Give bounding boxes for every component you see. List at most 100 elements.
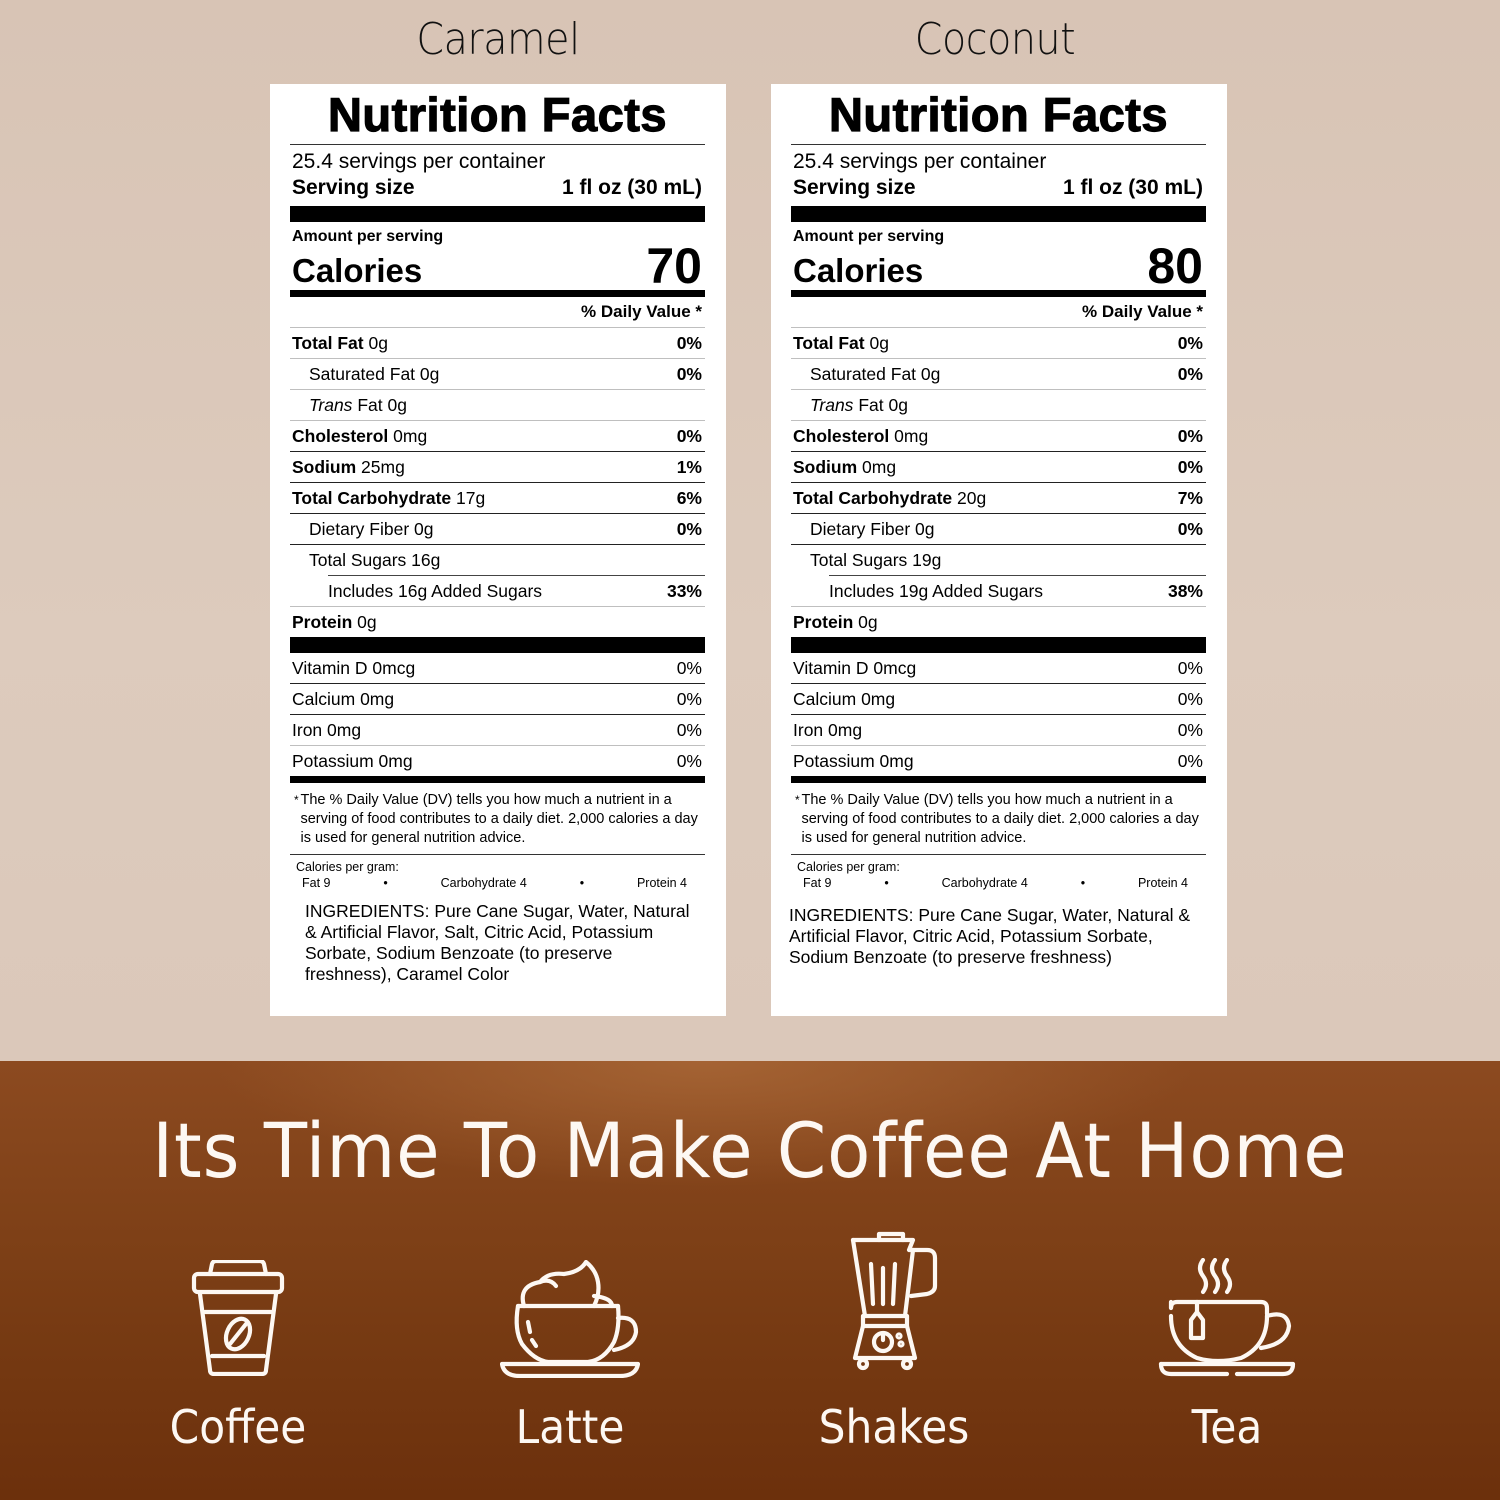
medium-divider [791, 776, 1206, 783]
nutrition-label-body: Nutrition Facts 25.4 servings per contai… [290, 84, 705, 985]
nutrient-amount: Fat 0g [858, 394, 908, 415]
nutrient-name: Includes 19g Added Sugars [829, 580, 1044, 601]
serving-size-value: 1 fl oz (30 mL) [561, 176, 702, 199]
vitamin-row-calcium: Calcium 0mg 0% [290, 684, 705, 714]
nutrient-amount: Fat 0g [357, 394, 407, 415]
nutrient-dv: 0% [676, 363, 702, 384]
daily-value-header: % Daily Value * [581, 302, 702, 321]
ingredients-label: INGREDIENTS: [305, 901, 430, 921]
nutrient-dv: 1% [676, 456, 702, 477]
nutrient-name: Trans [309, 394, 353, 415]
vitamin-dv: 0% [1177, 657, 1203, 678]
nutrient-name: Total Carbohydrate [292, 487, 452, 508]
vitamin-text: Vitamin D 0mcg [292, 657, 416, 678]
nutrient-dv: 0% [1177, 332, 1203, 353]
vitamin-dv: 0% [1177, 688, 1203, 709]
nutrient-row-total-fat: Total Fat 0g 0% [290, 328, 705, 358]
nutrient-dv: 0% [1177, 518, 1203, 539]
nutrient-dv: 38% [1167, 580, 1203, 601]
nutrient-dv: 6% [676, 487, 702, 508]
cpg-bullet: • [884, 876, 889, 890]
nutrition-label-caramel: Nutrition Facts 25.4 servings per contai… [270, 84, 726, 1016]
calories-row: Calories 80 [791, 241, 1206, 291]
nutrient-dv: 33% [666, 580, 702, 601]
nutrient-amount: 19g [912, 549, 942, 570]
footnote-text: The % Daily Value (DV) tells you how muc… [801, 792, 1199, 846]
nutrient-name: Dietary Fiber [309, 518, 410, 539]
cpg-bullet: • [579, 876, 585, 890]
servings-per-container: 25.4 servings per container [292, 150, 546, 173]
nutrient-dv: 0% [1177, 425, 1203, 446]
nutrient-amount: 0g [920, 363, 941, 384]
nutrient-amount: 17g [456, 487, 486, 508]
cpg-carbohydrate: Carbohydrate 4 [941, 876, 1028, 890]
nutrient-amount: 0g [869, 332, 889, 353]
cpg-bullet: • [1080, 876, 1086, 890]
nutrient-dv: 0% [676, 518, 702, 539]
vitamin-dv: 0% [1177, 719, 1203, 740]
slogan-heading: Its Time To Make Coffee At Home [152, 1106, 1348, 1195]
amount-per-serving: Amount per serving [292, 228, 444, 245]
takeaway-coffee-cup-icon [128, 1260, 348, 1376]
nutrient-name: Saturated Fat [309, 363, 416, 384]
nutrient-amount: 0g [915, 518, 935, 539]
calories-label: Calories [793, 252, 924, 289]
nutrient-name: Total Fat [292, 332, 364, 353]
cpg-carbohydrate: Carbohydrate 4 [440, 876, 527, 890]
calories-row: Calories 70 [290, 241, 705, 291]
nutrient-name: Trans [810, 394, 854, 415]
calories-value: 80 [1147, 238, 1203, 294]
thick-divider [791, 206, 1206, 222]
blender-icon [784, 1230, 1004, 1376]
medium-divider [791, 290, 1206, 297]
serving-size-label: Serving size [292, 176, 415, 199]
vitamin-dv: 0% [676, 688, 702, 709]
nutrient-amount: 0mg [862, 456, 897, 477]
nutrient-amount: 0g [357, 611, 377, 632]
amount-per-serving: Amount per serving [793, 228, 945, 245]
calories-per-gram-values: Fat 9 • Carbohydrate 4 • Protein 4 [791, 875, 1206, 891]
nutrient-row-protein: Protein 0g [791, 607, 1206, 637]
vitamin-dv: 0% [676, 750, 702, 771]
nutrient-amount: 20g [957, 487, 987, 508]
drink-label: Coffee [169, 1400, 307, 1454]
vitamin-text: Potassium 0mg [292, 750, 413, 771]
nutrient-row-saturated-fat: Saturated Fat 0g 0% [791, 359, 1206, 389]
nutrient-dv: 0% [1177, 456, 1203, 477]
vitamin-row-potassium: Potassium 0mg 0% [290, 746, 705, 776]
nutrient-row-cholesterol: Cholesterol 0mg 0% [290, 421, 705, 451]
servings-per-container: 25.4 servings per container [793, 150, 1047, 173]
nutrition-label-coconut: Nutrition Facts 25.4 servings per contai… [771, 84, 1227, 1016]
divider [290, 144, 705, 145]
ingredients: INGREDIENTS: Pure Cane Sugar, Water, Nat… [290, 901, 705, 985]
nutrient-row-added-sugars: Includes 19g Added Sugars 38% [791, 576, 1206, 606]
nutrient-name: Protein [793, 611, 854, 632]
vitamin-dv: 0% [676, 719, 702, 740]
nutrient-amount: 0mg [894, 425, 929, 446]
vitamin-text: Iron 0mg [292, 719, 362, 740]
nutrient-row-total-sugars: Total Sugars 16g [290, 545, 705, 575]
nutrient-name: Total Sugars [810, 549, 908, 570]
vitamin-dv: 0% [676, 657, 702, 678]
ingredients-label: INGREDIENTS: [789, 905, 914, 925]
serving-size-row: Serving size 1 fl oz (30 mL) [290, 175, 705, 201]
cpg-protein: Protein 4 [1137, 876, 1188, 890]
daily-value-footnote: * The % Daily Value (DV) tells you how m… [791, 783, 1206, 854]
flavor-title-coconut: Coconut [914, 14, 1076, 65]
tea-cup-icon [1117, 1258, 1337, 1378]
vitamin-text: Calcium 0mg [793, 688, 896, 709]
drink-label: Latte [515, 1400, 625, 1454]
nutrient-amount: 25mg [361, 456, 405, 477]
nutrient-dv: 7% [1177, 487, 1203, 508]
daily-value-header: % Daily Value * [1082, 302, 1203, 321]
nutrient-row-dietary-fiber: Dietary Fiber 0g 0% [791, 514, 1206, 544]
calories-per-gram-label: Calories per gram: [797, 860, 900, 874]
nutrient-row-trans-fat: Trans Fat 0g [290, 390, 705, 420]
nutrition-facts-heading: Nutrition Facts [327, 87, 668, 141]
nutrient-amount: 0mg [393, 425, 428, 446]
vitamin-row-iron: Iron 0mg 0% [290, 715, 705, 745]
nutrient-name: Includes 16g Added Sugars [328, 580, 543, 601]
nutrient-name: Cholesterol [292, 425, 389, 446]
thick-divider [791, 637, 1206, 653]
nutrition-label-body: Nutrition Facts 25.4 servings per contai… [789, 84, 1206, 968]
